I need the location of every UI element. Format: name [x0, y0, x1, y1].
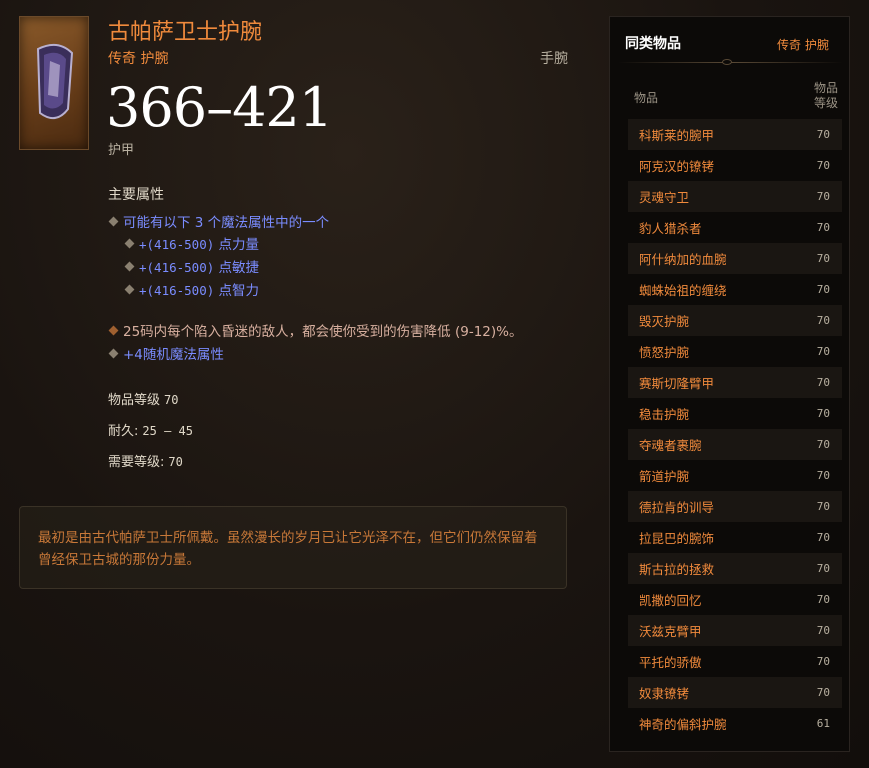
- similar-item-name-link[interactable]: 赛斯切隆臂甲: [639, 373, 714, 392]
- similar-item-row[interactable]: 科斯莱的腕甲 70: [628, 119, 842, 150]
- similar-item-level: 70: [816, 624, 830, 637]
- similar-item-level: 70: [816, 221, 830, 234]
- similar-item-row[interactable]: 阿什纳加的血腕 70: [628, 243, 842, 274]
- similar-items-list: 科斯莱的腕甲 70 阿克汉的镣铐 70 灵魂守卫 70 豹人猎杀者 70 阿什纳加的血腕 70 蜘蛛…: [628, 119, 842, 739]
- similar-item-row[interactable]: 平托的骄傲 70: [628, 646, 842, 677]
- similar-item-name-link[interactable]: 斯古拉的拯救: [639, 559, 714, 578]
- similar-item-row[interactable]: 豹人猎杀者 70: [628, 212, 842, 243]
- similar-item-name-link[interactable]: 神奇的偏斜护腕: [639, 714, 727, 733]
- similar-item-row[interactable]: 阿克汉的镣铐 70: [628, 150, 842, 181]
- similar-item-level: 70: [816, 562, 830, 575]
- similar-item-name-link[interactable]: 箭道护腕: [639, 466, 689, 485]
- property-option-intelligence: +(416-500) 点智力: [124, 279, 259, 299]
- armor-value: 366–421: [106, 76, 333, 139]
- legendary-affix-line: 25码内每个陷入昏迷的敌人，都会使你受到的伤害降低 (9-12)%。: [108, 320, 522, 340]
- similar-item-row[interactable]: 赛斯切隆臂甲 70: [628, 367, 842, 398]
- similar-item-name-link[interactable]: 阿什纳加的血腕: [639, 249, 727, 268]
- similar-item-level: 70: [816, 593, 830, 606]
- similar-item-row[interactable]: 神奇的偏斜护腕 61: [628, 708, 842, 739]
- similar-item-name-link[interactable]: 奴隶镣铐: [639, 683, 689, 702]
- similar-items-panel: 同类物品 传奇 护腕 物品 物品等级 科斯莱的腕甲 70 阿克汉的镣铐 70 灵魂守卫 7…: [609, 16, 850, 752]
- similar-item-row[interactable]: 箭道护腕 70: [628, 460, 842, 491]
- divider-ornament-icon: [722, 59, 732, 65]
- similar-item-name-link[interactable]: 毁灭护腕: [639, 311, 689, 330]
- similar-item-level: 70: [816, 190, 830, 203]
- similar-item-level: 70: [816, 159, 830, 172]
- similar-item-name-link[interactable]: 灵魂守卫: [639, 187, 689, 206]
- similar-item-row[interactable]: 奴隶镣铐 70: [628, 677, 842, 708]
- similar-item-row[interactable]: 稳击护腕 70: [628, 398, 842, 429]
- diamond-bullet-icon: [124, 238, 135, 249]
- primary-attributes-heading: 主要属性: [108, 187, 164, 203]
- similar-item-name-link[interactable]: 平托的骄傲: [639, 652, 702, 671]
- similar-item-level: 70: [816, 345, 830, 358]
- similar-item-level: 70: [816, 438, 830, 451]
- random-affix-line: +4随机魔法属性: [108, 343, 224, 363]
- similar-item-level: 70: [816, 283, 830, 296]
- item-level-line: 物品等级 70: [108, 393, 179, 408]
- similar-item-level: 70: [816, 686, 830, 699]
- similar-items-category-link[interactable]: 传奇 护腕: [777, 36, 829, 53]
- property-choice-line: 可能有以下 3 个魔法属性中的一个: [108, 211, 329, 231]
- similar-item-row[interactable]: 灵魂守卫 70: [628, 181, 842, 212]
- similar-item-row[interactable]: 凯撒的回忆 70: [628, 584, 842, 615]
- similar-item-row[interactable]: 愤怒护腕 70: [628, 336, 842, 367]
- item-title: 古帕萨卫士护腕: [108, 20, 263, 45]
- similar-item-level: 70: [816, 314, 830, 327]
- diamond-bullet-icon: [108, 216, 119, 227]
- similar-item-level: 70: [816, 376, 830, 389]
- similar-item-row[interactable]: 德拉肯的训导 70: [628, 491, 842, 522]
- similar-items-title: 同类物品: [625, 36, 681, 52]
- similar-item-name-link[interactable]: 凯撒的回忆: [639, 590, 702, 609]
- similar-item-row[interactable]: 拉昆巴的腕饰 70: [628, 522, 842, 553]
- similar-item-level: 70: [816, 407, 830, 420]
- item-slot: 手腕: [540, 51, 568, 67]
- similar-item-level: 70: [816, 500, 830, 513]
- similar-item-row[interactable]: 蜘蛛始祖的缠绕 70: [628, 274, 842, 305]
- similar-item-name-link[interactable]: 拉昆巴的腕饰: [639, 528, 714, 547]
- similar-item-level: 70: [816, 655, 830, 668]
- similar-item-row[interactable]: 毁灭护腕 70: [628, 305, 842, 336]
- item-image-bracer-icon: [19, 16, 89, 150]
- durability-line: 耐久: 25 – 45: [108, 424, 193, 439]
- similar-item-name-link[interactable]: 夺魂者裹腕: [639, 435, 702, 454]
- column-header-item: 物品: [634, 91, 659, 105]
- similar-item-row[interactable]: 沃兹克臂甲 70: [628, 615, 842, 646]
- similar-item-row[interactable]: 夺魂者裹腕 70: [628, 429, 842, 460]
- similar-item-name-link[interactable]: 科斯莱的腕甲: [639, 125, 714, 144]
- similar-item-level: 70: [816, 252, 830, 265]
- flavor-text-box: 最初是由古代帕萨卫士所佩戴。虽然漫长的岁月已让它光泽不在，但它们仍然保留着曾经保…: [19, 506, 567, 589]
- required-level-line: 需要等级: 70: [108, 455, 183, 470]
- similar-item-name-link[interactable]: 愤怒护腕: [639, 342, 689, 361]
- property-option-strength: +(416-500) 点力量: [124, 233, 259, 253]
- flavor-text: 最初是由古代帕萨卫士所佩戴。虽然漫长的岁月已让它光泽不在，但它们仍然保留着曾经保…: [38, 530, 538, 568]
- armor-label: 护甲: [108, 143, 135, 158]
- similar-item-name-link[interactable]: 阿克汉的镣铐: [639, 156, 714, 175]
- similar-item-name-link[interactable]: 沃兹克臂甲: [639, 621, 702, 640]
- similar-item-name-link[interactable]: 德拉肯的训导: [639, 497, 714, 516]
- property-option-dexterity: +(416-500) 点敏捷: [124, 256, 259, 276]
- similar-item-name-link[interactable]: 蜘蛛始祖的缠绕: [639, 280, 727, 299]
- diamond-bullet-icon: [124, 261, 135, 272]
- similar-item-level: 70: [816, 531, 830, 544]
- similar-item-level: 70: [816, 469, 830, 482]
- diamond-bullet-icon: [124, 284, 135, 295]
- column-header-item-level: 物品等级: [813, 81, 838, 110]
- similar-item-name-link[interactable]: 稳击护腕: [639, 404, 689, 423]
- item-rarity-type: 传奇 护腕: [108, 51, 169, 67]
- diamond-bullet-icon: [108, 325, 119, 336]
- diamond-bullet-icon: [108, 348, 119, 359]
- similar-item-name-link[interactable]: 豹人猎杀者: [639, 218, 702, 237]
- similar-item-level: 70: [816, 128, 830, 141]
- similar-item-level: 61: [816, 717, 830, 730]
- similar-item-row[interactable]: 斯古拉的拯救 70: [628, 553, 842, 584]
